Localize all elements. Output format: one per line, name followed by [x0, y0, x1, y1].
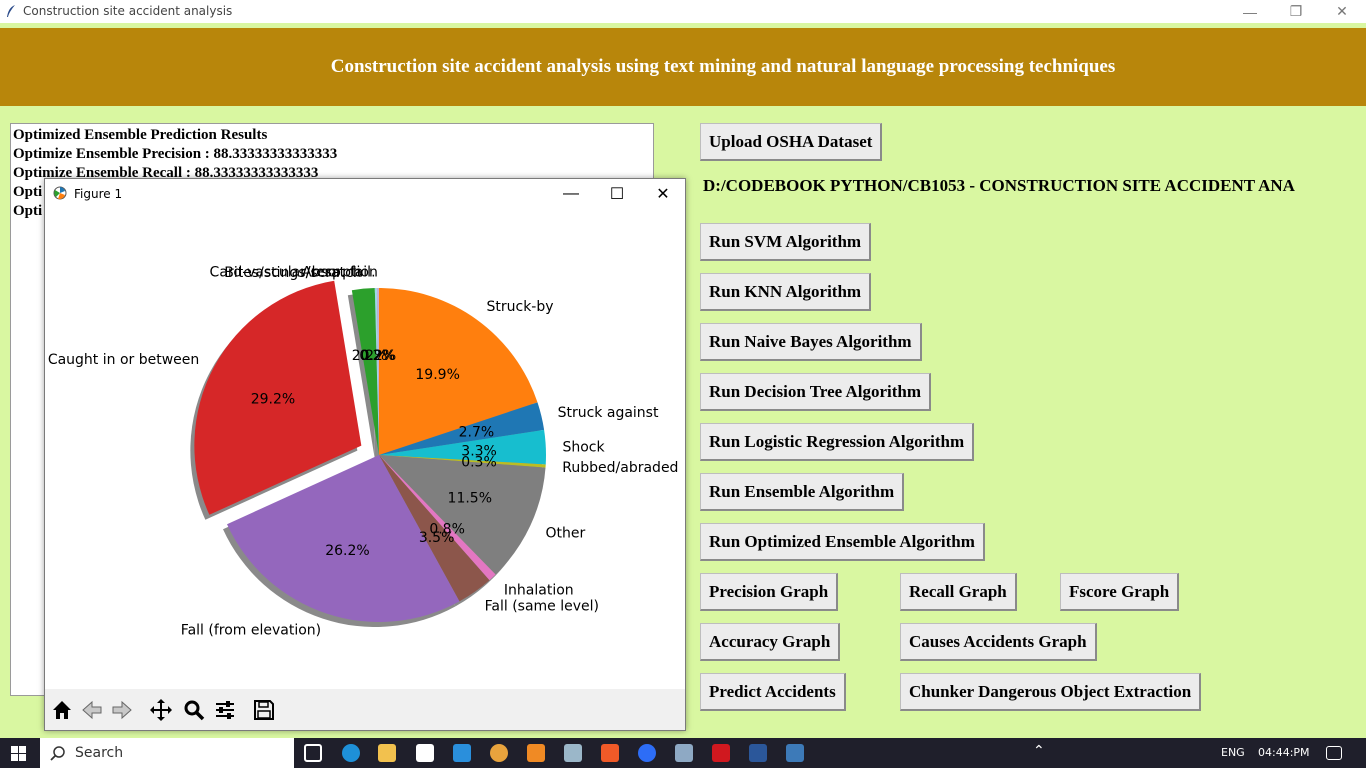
acrobat-icon[interactable]	[712, 744, 730, 762]
zoom-button[interactable]	[179, 695, 209, 725]
pie-pct-label: 19.9%	[415, 367, 459, 383]
pie-category-label: Shock	[562, 439, 605, 455]
pie-category-label: Struck against	[558, 405, 659, 421]
close-icon: ✕	[1336, 3, 1348, 19]
run-knn-button[interactable]: Run KNN Algorithm	[700, 273, 872, 311]
fscore-graph-button[interactable]: Fscore Graph	[1060, 573, 1180, 611]
pie-category-label: Fall (from elevation)	[181, 622, 321, 638]
pie-pct-label: 2.7%	[459, 425, 495, 441]
pie-category-label: Inhalation	[504, 583, 574, 599]
store-icon[interactable]	[416, 744, 434, 762]
close-button[interactable]: ✕	[1319, 0, 1365, 23]
move-icon	[150, 699, 172, 721]
forward-button[interactable]	[107, 695, 137, 725]
dataset-path-label: D:/CODEBOOK PYTHON/CB1053 - CONSTRUCTION…	[703, 176, 1295, 195]
configure-subplots-button[interactable]	[210, 695, 240, 725]
taskbar-search[interactable]: Search	[40, 738, 294, 768]
file-explorer-icon[interactable]	[378, 744, 396, 762]
app-header: Construction site accident analysis usin…	[0, 28, 1366, 106]
brave-icon[interactable]	[601, 744, 619, 762]
restore-button[interactable]: ❐	[1273, 0, 1319, 23]
maximize-icon: ☐	[609, 186, 625, 203]
vscode-icon[interactable]	[453, 744, 471, 762]
window-title: Construction site accident analysis	[23, 4, 233, 18]
search-label: Search	[75, 745, 124, 761]
minimize-button[interactable]: —	[1227, 0, 1273, 23]
precision-graph-button[interactable]: Precision Graph	[700, 573, 839, 611]
task-view-icon[interactable]	[304, 744, 322, 762]
chunker-extraction-button[interactable]: Chunker Dangerous Object Extraction	[900, 673, 1202, 711]
python-icon[interactable]	[786, 744, 804, 762]
pie-pct-label: 26.2%	[325, 543, 369, 559]
pie-pct-label: 3.5%	[419, 530, 455, 546]
causes-accidents-graph-button[interactable]: Causes Accidents Graph	[900, 623, 1097, 661]
windows-start-icon[interactable]	[11, 746, 26, 761]
save-figure-button[interactable]	[249, 695, 279, 725]
restore-icon: ❐	[1289, 3, 1303, 19]
pie-category-label: Struck-by	[487, 299, 554, 315]
window-titlebar: Construction site accident analysis — ❐ …	[0, 0, 1366, 23]
sliders-icon	[216, 701, 234, 719]
search-tool-icon[interactable]	[527, 744, 545, 762]
pie-pct-label: 29.2%	[251, 391, 295, 407]
pie-category-label: Fall (same level)	[485, 598, 599, 614]
output-line: Optimized Ensemble Prediction Results	[13, 127, 268, 143]
minimize-icon: —	[563, 185, 579, 202]
pan-button[interactable]	[146, 695, 176, 725]
recall-graph-button[interactable]: Recall Graph	[900, 573, 1017, 611]
run-svm-button[interactable]: Run SVM Algorithm	[700, 223, 872, 261]
feather-icon	[7, 5, 15, 17]
notifications-icon[interactable]	[1326, 746, 1342, 760]
run-optimized-ensemble-button[interactable]: Run Optimized Ensemble Algorithm	[700, 523, 985, 561]
clock[interactable]: 04:44:PM	[1258, 746, 1310, 759]
zoom-icon[interactable]	[638, 744, 656, 762]
edge-icon[interactable]	[342, 744, 360, 762]
word-icon[interactable]	[749, 744, 767, 762]
figure-titlebar[interactable]: Figure 1 — ☐ ✕	[45, 179, 685, 209]
pie-category-label: Rubbed/abraded	[562, 460, 678, 476]
run-naive-bayes-button[interactable]: Run Naive Bayes Algorithm	[700, 323, 922, 361]
minimize-icon: —	[1243, 3, 1257, 20]
upload-dataset-button[interactable]: Upload OSHA Dataset	[700, 123, 883, 161]
figure-window[interactable]: Figure 1 — ☐ ✕ 19.9% Struck-by 2.7% Struck …	[44, 178, 686, 731]
pie-pct-label: 0.3%	[461, 455, 497, 471]
page-title: Construction site accident analysis usin…	[330, 56, 1116, 77]
remote-desktop-icon[interactable]	[675, 744, 693, 762]
figure-toolbar	[45, 689, 685, 730]
figure-maximize-button[interactable]: ☐	[594, 179, 640, 209]
back-arrow-icon	[82, 700, 102, 720]
home-icon	[53, 701, 71, 719]
home-button[interactable]	[47, 695, 77, 725]
predict-accidents-button[interactable]: Predict Accidents	[700, 673, 846, 711]
accuracy-graph-button[interactable]: Accuracy Graph	[700, 623, 841, 661]
run-ensemble-button[interactable]: Run Ensemble Algorithm	[700, 473, 905, 511]
pie-pct-label: 0.2%	[361, 348, 397, 364]
pie-category-label: Absorption	[302, 264, 378, 280]
search-icon	[50, 746, 65, 761]
figure-minimize-button[interactable]: —	[548, 179, 594, 209]
output-line: Optimize Ensemble Precision : 88.3333333…	[13, 146, 338, 162]
floppy-disk-icon	[254, 700, 274, 720]
figure-title: Figure 1	[74, 187, 123, 201]
language-indicator[interactable]: ENG	[1221, 746, 1245, 759]
back-button[interactable]	[77, 695, 107, 725]
run-logistic-regression-button[interactable]: Run Logistic Regression Algorithm	[700, 423, 975, 461]
matplotlib-icon	[53, 186, 67, 200]
chrome-icon[interactable]	[490, 744, 508, 762]
pie-pct-label: 11.5%	[448, 490, 492, 506]
magnifier-icon	[184, 700, 205, 721]
figure-close-button[interactable]: ✕	[640, 179, 686, 209]
forward-arrow-icon	[112, 700, 132, 720]
pie-category-label: Other	[545, 526, 585, 542]
pie-chart: 19.9%Struck-by2.7%Struck against3.3% Shoc…	[48, 264, 679, 638]
pie-category-label: Caught in or between	[48, 352, 199, 368]
close-icon: ✕	[656, 186, 670, 203]
run-decision-tree-button[interactable]: Run Decision Tree Algorithm	[700, 373, 932, 411]
chevron-up-icon[interactable]: ⌃	[1033, 743, 1045, 759]
app-icon[interactable]	[564, 744, 582, 762]
taskbar: Search ⌃ ENG 04:44:PM	[0, 738, 1366, 768]
